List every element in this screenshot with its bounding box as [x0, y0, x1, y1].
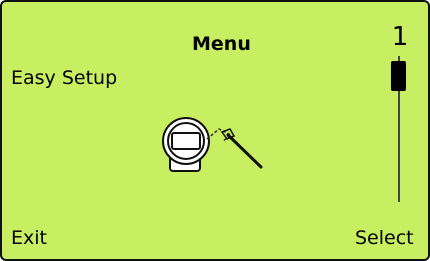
page-title: Menu: [192, 33, 251, 55]
menu-item-easy-setup[interactable]: Easy Setup: [11, 66, 117, 90]
select-softkey[interactable]: Select: [355, 226, 414, 250]
scrollbar-thumb[interactable]: [391, 61, 406, 91]
scroll-position-number: 1: [391, 22, 409, 52]
exit-softkey[interactable]: Exit: [11, 226, 47, 250]
transmitter-icon: [162, 117, 210, 172]
wrench-icon: [206, 128, 263, 169]
device-wrench-icon: [162, 117, 263, 172]
lcd-display: Menu Easy Setup 1 Exit Select: [0, 0, 430, 261]
